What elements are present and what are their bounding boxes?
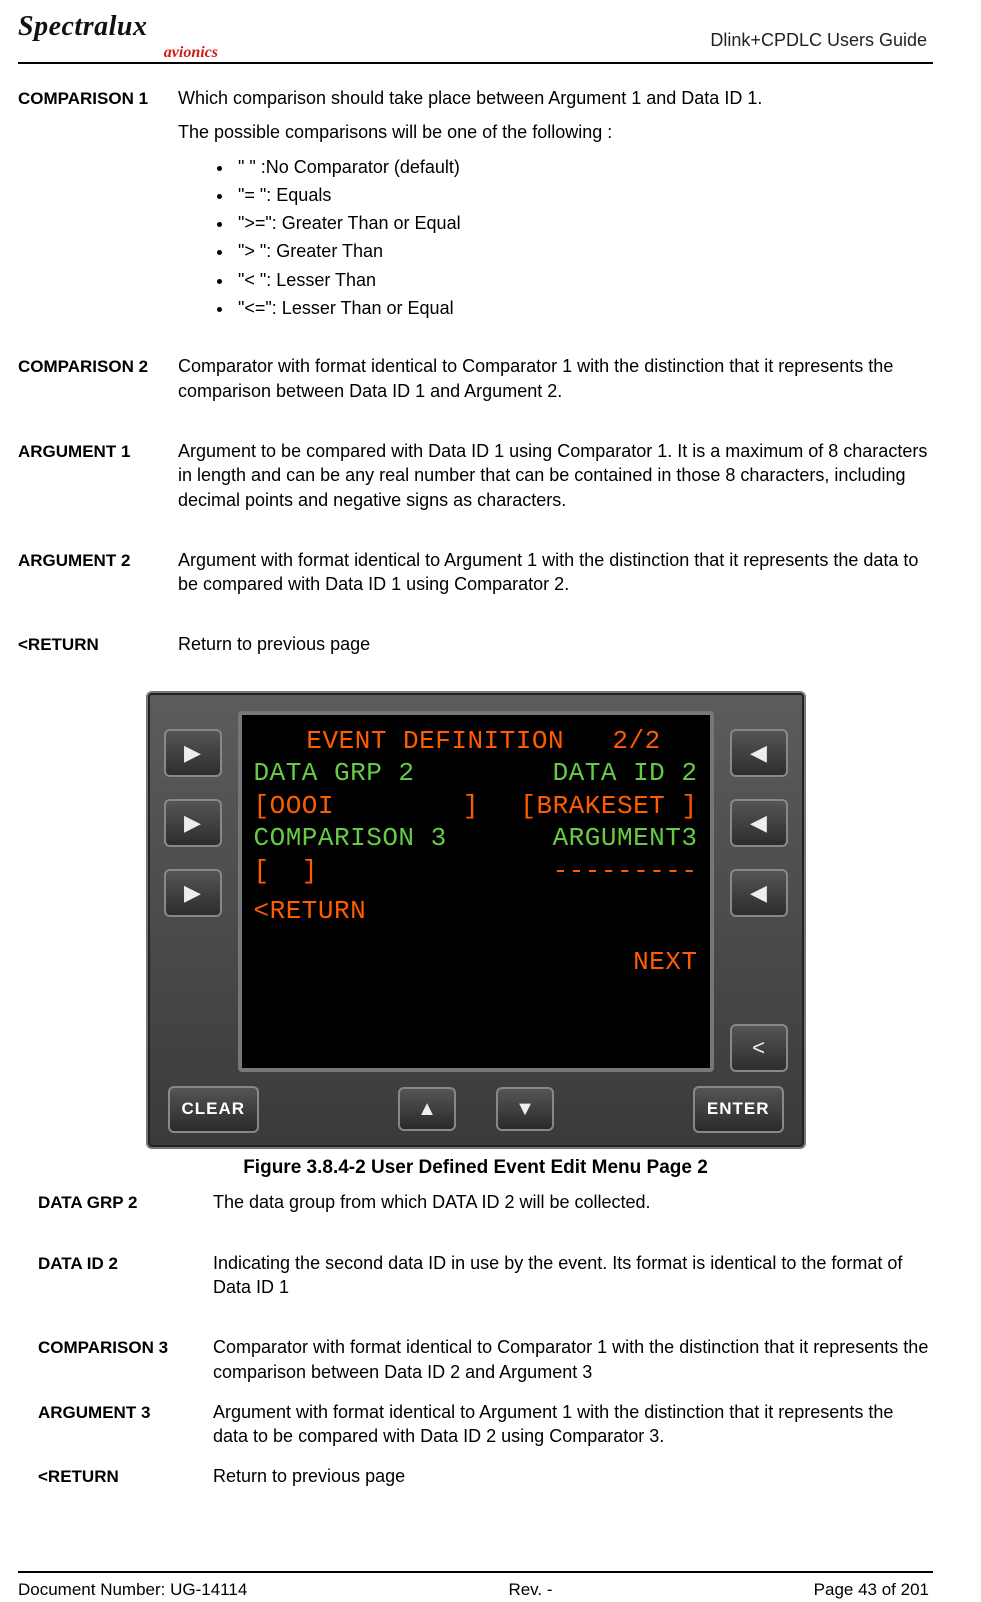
- term-return-2: <RETURN: [38, 1464, 213, 1489]
- text: Comparator with format identical to Comp…: [213, 1335, 933, 1384]
- footer-page: Page 43 of 201: [814, 1579, 929, 1602]
- enter-button[interactable]: ENTER: [693, 1086, 784, 1133]
- footer-rule: [18, 1571, 933, 1573]
- body-return: Return to previous page: [178, 632, 933, 666]
- device-bezel: ▶ ▶ ▶ EVENT DEFINITION 2/2 DATA GRP 2 DAT…: [146, 691, 806, 1149]
- label-argument-3: ARGUMENT3: [553, 822, 698, 855]
- rsk-2-right[interactable]: ◀: [730, 799, 788, 847]
- display-screen: EVENT DEFINITION 2/2 DATA GRP 2 DATA ID 2…: [238, 711, 714, 1072]
- lsk-2-left[interactable]: ▶: [164, 799, 222, 847]
- list-item: "< ": Lesser Than: [234, 268, 933, 292]
- left-side-keys: ▶ ▶ ▶: [164, 711, 228, 1072]
- definition-row: COMPARISON 3 Comparator with format iden…: [38, 1335, 933, 1394]
- text: Comparator with format identical to Comp…: [178, 354, 933, 403]
- text: Argument with format identical to Argume…: [213, 1400, 933, 1449]
- screen-next: NEXT: [633, 946, 697, 979]
- field-comparison-value: [ ]: [254, 855, 318, 888]
- right-side-keys: ◀ ◀ ◀ <: [724, 711, 788, 1072]
- lsk-3-left[interactable]: ▶: [164, 869, 222, 917]
- up-key[interactable]: ▲: [398, 1087, 456, 1131]
- body-comparison-2: Comparator with format identical to Comp…: [178, 354, 933, 413]
- text: Argument to be compared with Data ID 1 u…: [178, 439, 933, 512]
- screen-return: <RETURN: [254, 895, 367, 928]
- definitions-section-2: DATA GRP 2 The data group from which DAT…: [18, 1190, 933, 1504]
- term-argument-3: ARGUMENT 3: [38, 1400, 213, 1425]
- text: Argument with format identical to Argume…: [178, 548, 933, 597]
- definition-row: ARGUMENT 1 Argument to be compared with …: [18, 439, 933, 522]
- list-item: ">=": Greater Than or Equal: [234, 211, 933, 235]
- field-oooi: [OOOI ]: [254, 790, 479, 823]
- term-return: <RETURN: [18, 632, 178, 657]
- definition-row: <RETURN Return to previous page: [18, 632, 933, 666]
- device-middle-row: ▶ ▶ ▶ EVENT DEFINITION 2/2 DATA GRP 2 DAT…: [164, 711, 788, 1072]
- logo-main-text: Spectralux: [18, 8, 228, 46]
- body-argument-1: Argument to be compared with Data ID 1 u…: [178, 439, 933, 522]
- list-item: "<=": Lesser Than or Equal: [234, 296, 933, 320]
- definition-row: ARGUMENT 2 Argument with format identica…: [18, 548, 933, 607]
- center-keys: ▲ ▼: [398, 1087, 554, 1131]
- body-comparison-3: Comparator with format identical to Comp…: [213, 1335, 933, 1394]
- comp1-para2: The possible comparisons will be one of …: [178, 120, 933, 144]
- body-argument-2: Argument with format identical to Argume…: [178, 548, 933, 607]
- label-data-id-2: DATA ID 2: [553, 757, 698, 790]
- comp1-para1: Which comparison should take place betwe…: [178, 86, 933, 110]
- page-header: Spectralux avionics Dlink+CPDLC Users Gu…: [18, 8, 933, 60]
- body-data-grp-2: The data group from which DATA ID 2 will…: [213, 1190, 933, 1224]
- term-comparison-1: COMPARISON 1: [18, 86, 178, 111]
- definition-row: COMPARISON 2 Comparator with format iden…: [18, 354, 933, 413]
- term-comparison-2: COMPARISON 2: [18, 354, 178, 379]
- footer-revision: Rev. -: [508, 1579, 552, 1602]
- body-return-2: Return to previous page: [213, 1464, 933, 1498]
- term-comparison-3: COMPARISON 3: [38, 1335, 213, 1360]
- rsk-next[interactable]: <: [730, 1024, 788, 1072]
- list-item: "> ": Greater Than: [234, 239, 933, 263]
- figure-wrap: ▶ ▶ ▶ EVENT DEFINITION 2/2 DATA GRP 2 DAT…: [18, 691, 933, 1181]
- footer-doc-number: Document Number: UG-14114: [18, 1579, 247, 1602]
- brand-logo: Spectralux avionics: [18, 8, 228, 56]
- text: Indicating the second data ID in use by …: [213, 1251, 933, 1300]
- down-key[interactable]: ▼: [496, 1087, 554, 1131]
- definition-row: DATA ID 2 Indicating the second data ID …: [38, 1251, 933, 1310]
- device-bottom-row: CLEAR ▲ ▼ ENTER: [164, 1086, 788, 1133]
- text: Return to previous page: [178, 632, 933, 656]
- term-data-grp-2: DATA GRP 2: [38, 1190, 213, 1215]
- body-data-id-2: Indicating the second data ID in use by …: [213, 1251, 933, 1310]
- page-footer: Document Number: UG-14114 Rev. - Page 43…: [18, 1579, 933, 1602]
- screen-title: EVENT DEFINITION 2/2: [254, 725, 698, 758]
- body-argument-3: Argument with format identical to Argume…: [213, 1400, 933, 1459]
- text: The data group from which DATA ID 2 will…: [213, 1190, 933, 1214]
- field-argument-value: ---------: [553, 855, 698, 888]
- definition-row: COMPARISON 1 Which comparison should tak…: [18, 86, 933, 328]
- text: Return to previous page: [213, 1464, 933, 1488]
- term-argument-1: ARGUMENT 1: [18, 439, 178, 464]
- rsk-1-right[interactable]: ◀: [730, 729, 788, 777]
- field-brakeset: [BRAKESET ]: [520, 790, 697, 823]
- term-argument-2: ARGUMENT 2: [18, 548, 178, 573]
- figure-caption: Figure 3.8.4-2 User Defined Event Edit M…: [243, 1155, 708, 1181]
- definition-row: ARGUMENT 3 Argument with format identica…: [38, 1400, 933, 1459]
- body-comparison-1: Which comparison should take place betwe…: [178, 86, 933, 328]
- definition-row: DATA GRP 2 The data group from which DAT…: [38, 1190, 933, 1224]
- guide-title: Dlink+CPDLC Users Guide: [710, 28, 933, 56]
- lsk-1-left[interactable]: ▶: [164, 729, 222, 777]
- definition-row: <RETURN Return to previous page: [38, 1464, 933, 1498]
- comp1-list: " " :No Comparator (default) "= ": Equal…: [234, 155, 933, 321]
- term-data-id-2: DATA ID 2: [38, 1251, 213, 1276]
- definitions-section-1: COMPARISON 1 Which comparison should tak…: [18, 86, 933, 673]
- list-item: "= ": Equals: [234, 183, 933, 207]
- label-data-grp-2: DATA GRP 2: [254, 757, 415, 790]
- list-item: " " :No Comparator (default): [234, 155, 933, 179]
- clear-button[interactable]: CLEAR: [168, 1086, 260, 1133]
- label-comparison-3: COMPARISON 3: [254, 822, 447, 855]
- rsk-3-right[interactable]: ◀: [730, 869, 788, 917]
